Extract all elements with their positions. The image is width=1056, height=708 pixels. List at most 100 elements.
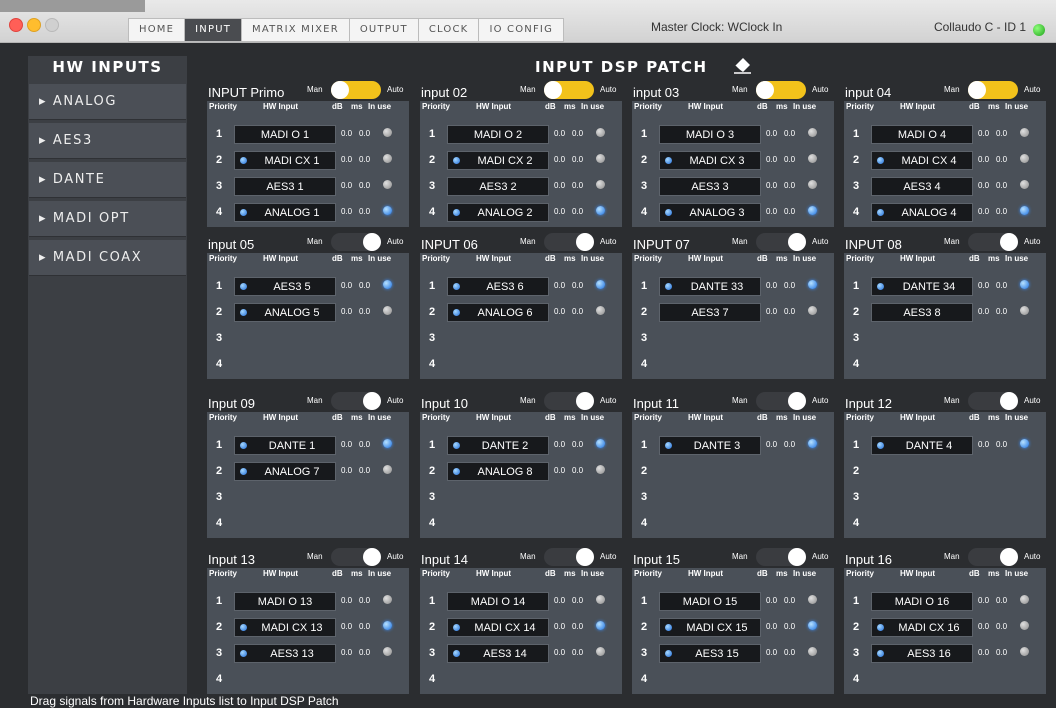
ms-value[interactable]: 0.0 xyxy=(572,181,583,190)
tab-home[interactable]: HOME xyxy=(128,18,186,42)
hw-input-slot[interactable]: AES3 1 xyxy=(234,177,336,196)
db-value[interactable]: 0.0 xyxy=(978,648,989,657)
input-panel-name[interactable]: input 03 xyxy=(633,85,679,100)
man-auto-toggle[interactable] xyxy=(544,548,594,566)
hw-input-slot[interactable]: AES3 14 xyxy=(447,644,549,663)
man-auto-toggle[interactable] xyxy=(756,233,806,251)
hw-input-slot[interactable]: DANTE 2 xyxy=(447,436,549,455)
db-value[interactable]: 0.0 xyxy=(341,440,352,449)
hw-input-slot[interactable]: MADI CX 1 xyxy=(234,151,336,170)
hw-input-slot[interactable]: AES3 4 xyxy=(871,177,973,196)
db-value[interactable]: 0.0 xyxy=(766,307,777,316)
ms-value[interactable]: 0.0 xyxy=(996,155,1007,164)
ms-value[interactable]: 0.0 xyxy=(784,596,795,605)
ms-value[interactable]: 0.0 xyxy=(996,648,1007,657)
ms-value[interactable]: 0.0 xyxy=(359,622,370,631)
man-auto-toggle[interactable] xyxy=(756,81,806,99)
ms-value[interactable]: 0.0 xyxy=(996,440,1007,449)
db-value[interactable]: 0.0 xyxy=(766,622,777,631)
ms-value[interactable]: 0.0 xyxy=(572,596,583,605)
input-panel-name[interactable]: INPUT 08 xyxy=(845,237,902,252)
ms-value[interactable]: 0.0 xyxy=(996,207,1007,216)
ms-value[interactable]: 0.0 xyxy=(359,155,370,164)
hw-input-slot[interactable]: ANALOG 3 xyxy=(659,203,761,222)
hw-input-slot[interactable]: MADI CX 2 xyxy=(447,151,549,170)
db-value[interactable]: 0.0 xyxy=(978,207,989,216)
man-auto-toggle[interactable] xyxy=(968,392,1018,410)
ms-value[interactable]: 0.0 xyxy=(572,281,583,290)
hw-input-slot[interactable]: DANTE 1 xyxy=(234,436,336,455)
db-value[interactable]: 0.0 xyxy=(341,207,352,216)
input-panel-name[interactable]: INPUT 06 xyxy=(421,237,478,252)
db-value[interactable]: 0.0 xyxy=(341,307,352,316)
db-value[interactable]: 0.0 xyxy=(341,466,352,475)
input-panel-name[interactable]: Input 15 xyxy=(633,552,680,567)
man-auto-toggle[interactable] xyxy=(331,233,381,251)
hw-input-slot[interactable]: MADI O 15 xyxy=(659,592,761,611)
db-value[interactable]: 0.0 xyxy=(554,129,565,138)
db-value[interactable]: 0.0 xyxy=(554,466,565,475)
db-value[interactable]: 0.0 xyxy=(766,596,777,605)
ms-value[interactable]: 0.0 xyxy=(572,622,583,631)
hw-input-slot[interactable]: DANTE 3 xyxy=(659,436,761,455)
ms-value[interactable]: 0.0 xyxy=(359,207,370,216)
db-value[interactable]: 0.0 xyxy=(341,648,352,657)
hw-input-slot[interactable]: MADI CX 14 xyxy=(447,618,549,637)
ms-value[interactable]: 0.0 xyxy=(784,129,795,138)
man-auto-toggle[interactable] xyxy=(968,548,1018,566)
db-value[interactable]: 0.0 xyxy=(978,440,989,449)
input-panel-name[interactable]: Input 14 xyxy=(421,552,468,567)
ms-value[interactable]: 0.0 xyxy=(996,181,1007,190)
ms-value[interactable]: 0.0 xyxy=(359,596,370,605)
ms-value[interactable]: 0.0 xyxy=(996,622,1007,631)
ms-value[interactable]: 0.0 xyxy=(784,207,795,216)
hw-input-slot[interactable]: MADI CX 13 xyxy=(234,618,336,637)
hw-input-slot[interactable]: ANALOG 2 xyxy=(447,203,549,222)
ms-value[interactable]: 0.0 xyxy=(784,155,795,164)
hw-input-slot[interactable]: AES3 2 xyxy=(447,177,549,196)
db-value[interactable]: 0.0 xyxy=(554,181,565,190)
hw-input-slot[interactable]: DANTE 33 xyxy=(659,277,761,296)
hw-input-slot[interactable]: MADI O 1 xyxy=(234,125,336,144)
man-auto-toggle[interactable] xyxy=(544,81,594,99)
db-value[interactable]: 0.0 xyxy=(554,307,565,316)
ms-value[interactable]: 0.0 xyxy=(784,648,795,657)
db-value[interactable]: 0.0 xyxy=(766,207,777,216)
man-auto-toggle[interactable] xyxy=(544,233,594,251)
close-window-button[interactable] xyxy=(9,18,23,32)
hw-input-slot[interactable]: MADI CX 3 xyxy=(659,151,761,170)
input-panel-name[interactable]: Input 16 xyxy=(845,552,892,567)
db-value[interactable]: 0.0 xyxy=(341,155,352,164)
hw-input-slot[interactable]: MADI O 14 xyxy=(447,592,549,611)
ms-value[interactable]: 0.0 xyxy=(784,281,795,290)
input-panel-name[interactable]: INPUT 07 xyxy=(633,237,690,252)
db-value[interactable]: 0.0 xyxy=(978,281,989,290)
ms-value[interactable]: 0.0 xyxy=(359,466,370,475)
db-value[interactable]: 0.0 xyxy=(766,440,777,449)
db-value[interactable]: 0.0 xyxy=(341,622,352,631)
ms-value[interactable]: 0.0 xyxy=(784,181,795,190)
db-value[interactable]: 0.0 xyxy=(554,622,565,631)
hw-input-slot[interactable]: AES3 6 xyxy=(447,277,549,296)
db-value[interactable]: 0.0 xyxy=(341,281,352,290)
hw-input-slot[interactable]: MADI O 3 xyxy=(659,125,761,144)
ms-value[interactable]: 0.0 xyxy=(572,307,583,316)
ms-value[interactable]: 0.0 xyxy=(359,281,370,290)
ms-value[interactable]: 0.0 xyxy=(359,181,370,190)
hw-input-slot[interactable]: ANALOG 4 xyxy=(871,203,973,222)
db-value[interactable]: 0.0 xyxy=(554,155,565,164)
input-panel-name[interactable]: Input 12 xyxy=(845,396,892,411)
db-value[interactable]: 0.0 xyxy=(554,596,565,605)
man-auto-toggle[interactable] xyxy=(968,81,1018,99)
input-panel-name[interactable]: Input 09 xyxy=(208,396,255,411)
hw-input-slot[interactable]: AES3 15 xyxy=(659,644,761,663)
db-value[interactable]: 0.0 xyxy=(554,648,565,657)
input-panel-name[interactable]: input 02 xyxy=(421,85,467,100)
db-value[interactable]: 0.0 xyxy=(341,181,352,190)
hw-input-slot[interactable]: MADI O 13 xyxy=(234,592,336,611)
input-panel-name[interactable]: Input 10 xyxy=(421,396,468,411)
sidebar-item-madi-opt[interactable]: ▸ MADI OPT xyxy=(29,201,186,237)
eraser-icon[interactable] xyxy=(733,58,753,74)
tab-clock[interactable]: CLOCK xyxy=(418,18,480,42)
db-value[interactable]: 0.0 xyxy=(554,281,565,290)
